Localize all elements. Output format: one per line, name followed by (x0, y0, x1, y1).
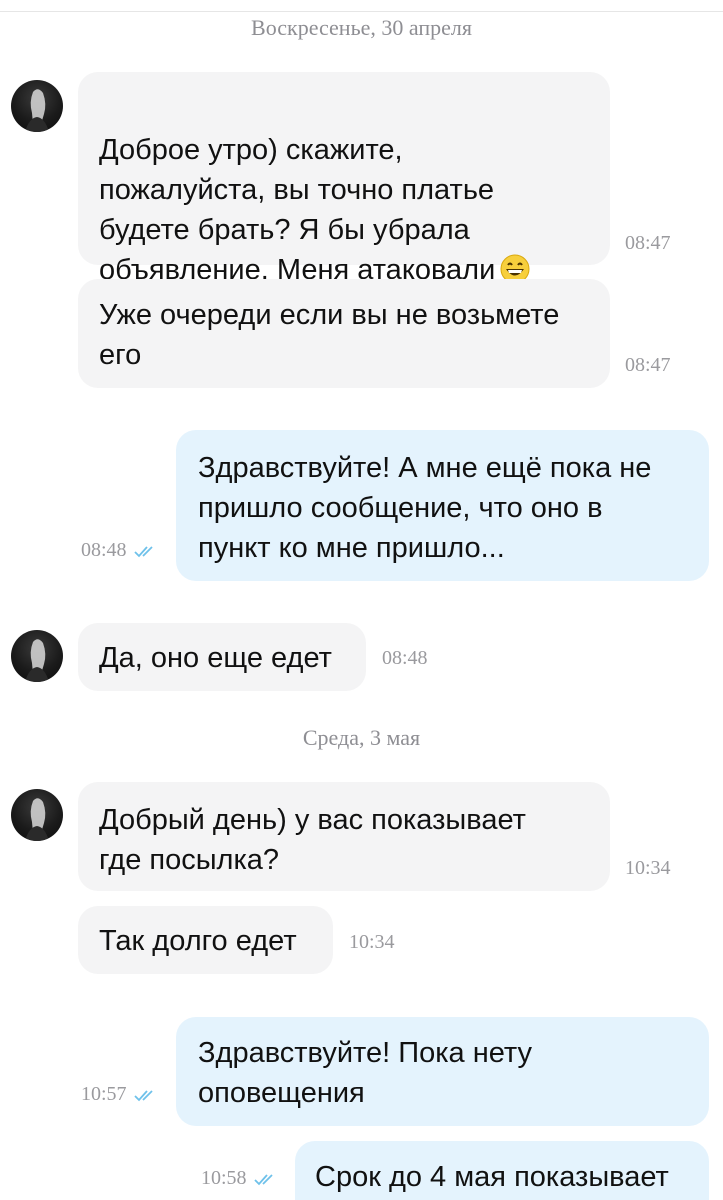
double-check-icon (133, 545, 153, 557)
date-separator: Воскресенье, 30 апреля (251, 15, 472, 40)
sender-avatar[interactable] (11, 80, 63, 132)
message-text: Здравствуйте! Пока нету оповещения (198, 1037, 532, 1109)
date-separator: Среда, 3 мая (302, 725, 421, 750)
sender-avatar[interactable] (11, 630, 63, 682)
message-time: 08:47 (625, 232, 671, 254)
message-bubble-outgoing[interactable]: Здравствуйте! Пока нету оповещения (176, 1017, 709, 1126)
message-text: Доброе утро) скажите, пожалуйста, вы точ… (99, 134, 496, 286)
message-bubble-outgoing[interactable]: Срок до 4 мая показывает (295, 1141, 709, 1200)
message-text: Да, оно еще едет (99, 642, 332, 674)
message-bubble-incoming[interactable]: Добрый день) у вас показывает где посылк… (78, 782, 671, 891)
message-text: Срок до 4 мая показывает (315, 1161, 669, 1193)
message-text: Так долго едет (99, 925, 297, 957)
message-time: 08:48 (81, 539, 127, 561)
message-bubble-outgoing[interactable]: Здравствуйте! А мне ещё пока не пришло с… (176, 430, 709, 581)
message-text: Здравствуйте! А мне ещё пока не пришло с… (198, 452, 652, 564)
message-bubble-incoming[interactable]: Доброе утро) скажите, пожалуйста, вы точ… (78, 72, 671, 286)
message-bubble-incoming[interactable]: Уже очереди если вы не возьмете его 08:4… (78, 279, 671, 388)
message-bubble-incoming[interactable]: Да, оно еще едет (78, 623, 366, 691)
message-time: 10:34 (625, 857, 671, 879)
avatar-photo-icon (25, 639, 49, 682)
message-meta: 10:58 (201, 1167, 279, 1190)
message-text: Добрый день) у вас показывает где посылк… (99, 804, 526, 876)
double-check-icon (253, 1173, 273, 1185)
message-time: 10:57 (81, 1083, 127, 1105)
message-text: Уже очереди если вы не возьмете его (99, 299, 560, 371)
top-divider (0, 11, 723, 12)
sender-avatar[interactable] (11, 789, 63, 841)
message-meta: 08:48 (81, 539, 159, 562)
double-check-icon (133, 1089, 153, 1101)
avatar-photo-icon (25, 89, 49, 132)
message-time: 10:58 (201, 1167, 247, 1189)
message-time: 08:48 (382, 647, 428, 669)
message-time: 08:47 (625, 354, 671, 376)
message-time: 10:34 (349, 931, 395, 953)
message-meta: 10:57 (81, 1083, 159, 1106)
message-bubble-incoming[interactable]: Так долго едет (78, 906, 333, 974)
avatar-photo-icon (25, 798, 49, 841)
